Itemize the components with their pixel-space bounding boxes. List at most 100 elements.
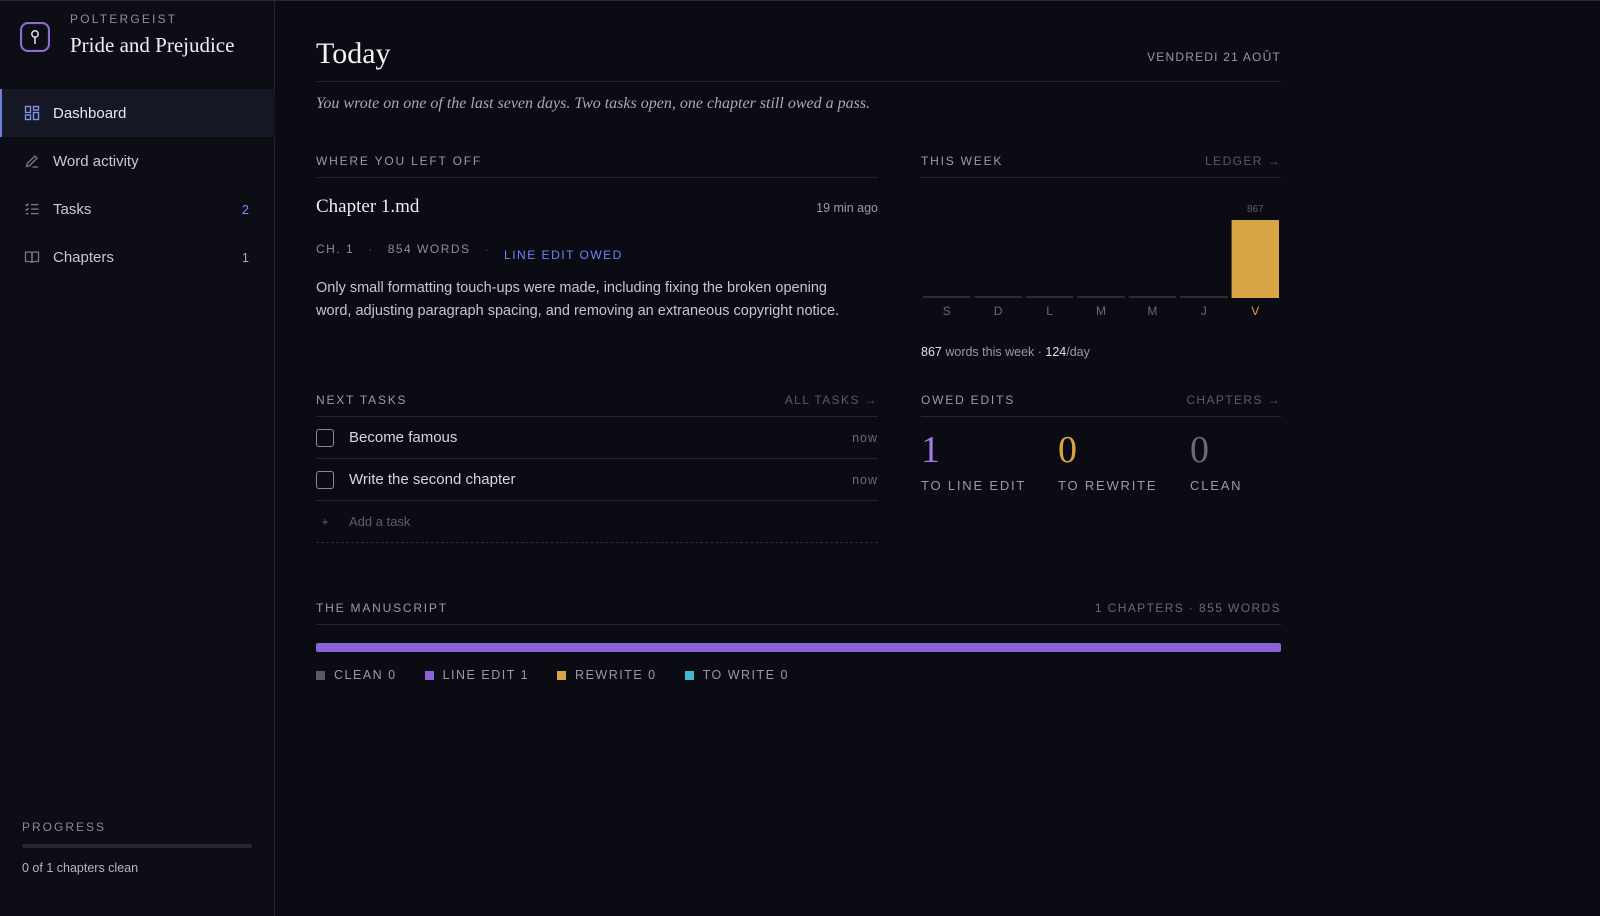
main-content: Today VENDREDI 21 AOÛT You wrote on one …	[316, 1, 1281, 682]
legend-swatch	[316, 670, 325, 680]
owed-line-edit: 1 TO LINE EDIT	[921, 430, 1058, 493]
manuscript-legend: CLEAN 0 LINE EDIT 1 REWRITE 0 TO WRITE 0	[316, 668, 1281, 682]
sidebar-item-dashboard[interactable]: Dashboard	[0, 89, 275, 137]
chapters-link[interactable]: CHAPTERS →	[1186, 393, 1281, 407]
chart-tick-label: V	[1251, 304, 1259, 318]
left-off-section: WHERE YOU LEFT OFF Chapter 1.md 19 min a…	[316, 154, 878, 323]
keyhole-logo-icon	[20, 22, 50, 52]
task-due: now	[852, 472, 878, 487]
progress-panel: PROGRESS 0 of 1 chapters clean	[22, 820, 252, 875]
owed-value: 0	[1190, 429, 1209, 471]
ledger-link[interactable]: LEDGER →	[1205, 154, 1281, 168]
this-week-section: THIS WEEK LEDGER → S D L M M J V 867 867 words …	[921, 154, 1281, 359]
legend-item-to-write: TO WRITE 0	[684, 668, 789, 682]
manuscript-stats: 1 CHAPTERS · 855 WORDS	[1094, 601, 1281, 615]
section-header: NEXT TASKS ALL TASKS →	[316, 393, 878, 417]
page-title: Today	[316, 37, 391, 70]
chart-tick-label: M	[1096, 304, 1106, 318]
owed-rewrite: 0 TO REWRITE	[1058, 430, 1190, 493]
weekly-word-chart: S D L M M J V 867	[923, 204, 1279, 318]
legend-label: LINE EDIT 1	[442, 668, 530, 682]
section-title: THIS WEEK	[921, 154, 1004, 168]
daily-summary: You wrote on one of the last seven days.…	[316, 95, 871, 112]
task-checkbox[interactable]	[316, 428, 334, 447]
sidebar-item-count: 1	[241, 249, 249, 265]
section-title: THE MANUSCRIPT	[316, 601, 448, 615]
word-count: 854 WORDS	[387, 241, 471, 256]
section-title: OWED EDITS	[921, 393, 1016, 407]
brand: POLTERGEIST Pride and Prejudice	[20, 12, 235, 58]
owed-clean: 0 CLEAN	[1190, 430, 1242, 493]
pencil-icon	[24, 153, 40, 169]
section-title: WHERE YOU LEFT OFF	[316, 154, 482, 168]
week-caption: 867 words this week · 124/day	[921, 345, 1281, 359]
section-header: WHERE YOU LEFT OFF	[316, 154, 878, 178]
owed-value: 1	[921, 429, 940, 471]
week-total: 867	[921, 345, 942, 359]
task-label: Write the second chapter	[349, 471, 516, 488]
recent-file[interactable]: Chapter 1.md 19 min ago	[316, 196, 878, 218]
project-title: Pride and Prejudice	[70, 33, 235, 57]
dashboard-icon	[24, 105, 40, 121]
legend-label: REWRITE 0	[575, 668, 657, 682]
separator: ·	[368, 241, 374, 256]
legend-item-rewrite: REWRITE 0	[557, 668, 657, 682]
progress-text: 0 of 1 chapters clean	[22, 861, 139, 875]
chart-baseline	[1231, 296, 1279, 298]
section-header: OWED EDITS CHAPTERS →	[921, 393, 1281, 417]
next-tasks-section: NEXT TASKS ALL TASKS → Become famous now…	[316, 393, 878, 543]
add-task-button[interactable]: + Add a task	[316, 501, 878, 543]
file-meta: CH. 1 · 854 WORDS · LINE EDIT OWED	[316, 235, 878, 263]
chart-baseline	[1128, 296, 1177, 298]
current-date: VENDREDI 21 AOÛT	[1147, 50, 1281, 64]
owed-label: TO LINE EDIT	[921, 478, 1027, 493]
chart-tick-label: M	[1147, 304, 1157, 318]
sidebar-nav: Dashboard Word activity Tasks 2 Chapters…	[0, 89, 275, 281]
chart-baseline	[974, 296, 1022, 298]
progress-bar	[22, 844, 252, 848]
legend-item-line-edit: LINE EDIT 1	[424, 668, 530, 682]
sidebar-item-chapters[interactable]: Chapters 1	[0, 233, 275, 281]
task-item[interactable]: Become famous now	[316, 417, 878, 459]
task-checkbox[interactable]	[316, 470, 334, 489]
plus-icon: +	[321, 514, 329, 529]
chart-bar	[1231, 220, 1279, 296]
all-tasks-link[interactable]: ALL TASKS →	[785, 393, 878, 407]
legend-label: CLEAN 0	[334, 668, 397, 682]
file-name[interactable]: Chapter 1.md	[316, 196, 419, 218]
checklist-icon	[24, 201, 40, 217]
section-header: THE MANUSCRIPT 1 CHAPTERS · 855 WORDS	[316, 601, 1281, 625]
section-header: THIS WEEK LEDGER →	[921, 154, 1281, 178]
task-item[interactable]: Write the second chapter now	[316, 459, 878, 501]
owed-edits-section: OWED EDITS CHAPTERS → 1 TO LINE EDIT 0 T…	[921, 393, 1281, 493]
per-day-suffix: /day	[1066, 345, 1090, 359]
sidebar-item-tasks[interactable]: Tasks 2	[0, 185, 275, 233]
chart-tick-label: J	[1201, 304, 1207, 318]
chart-tick-label: S	[943, 304, 951, 318]
legend-item-clean: CLEAN 0	[316, 668, 397, 682]
manuscript-status-bar	[316, 643, 1281, 652]
sidebar-item-label: Tasks	[53, 200, 92, 218]
sidebar-item-label: Chapters	[53, 248, 114, 266]
legend-label: TO WRITE 0	[702, 668, 789, 682]
page-header: Today VENDREDI 21 AOÛT	[316, 1, 1281, 82]
chart-baseline	[1180, 296, 1228, 298]
chapter-number: CH. 1	[316, 241, 355, 256]
owed-label: CLEAN	[1190, 478, 1243, 493]
chart-tick-label: L	[1046, 304, 1053, 318]
owed-edits-stats: 1 TO LINE EDIT 0 TO REWRITE 0 CLEAN	[921, 430, 1281, 493]
file-time: 19 min ago	[816, 201, 878, 215]
separator: ·	[484, 241, 491, 256]
sidebar-item-word-activity[interactable]: Word activity	[0, 137, 275, 185]
section-title: NEXT TASKS	[316, 393, 408, 407]
per-day-value: 124	[1045, 345, 1067, 359]
progress-label: PROGRESS	[22, 820, 107, 834]
owed-label: TO REWRITE	[1058, 478, 1158, 493]
book-icon	[24, 249, 40, 265]
file-description: Only small formatting touch-ups were mad…	[316, 280, 840, 319]
sidebar: POLTERGEIST Pride and Prejudice Dashboar…	[0, 1, 275, 916]
legend-swatch	[557, 670, 567, 680]
task-label: Become famous	[349, 429, 458, 446]
chart-tick-label: D	[994, 304, 1003, 318]
manuscript-section: THE MANUSCRIPT 1 CHAPTERS · 855 WORDS CL…	[316, 601, 1281, 682]
